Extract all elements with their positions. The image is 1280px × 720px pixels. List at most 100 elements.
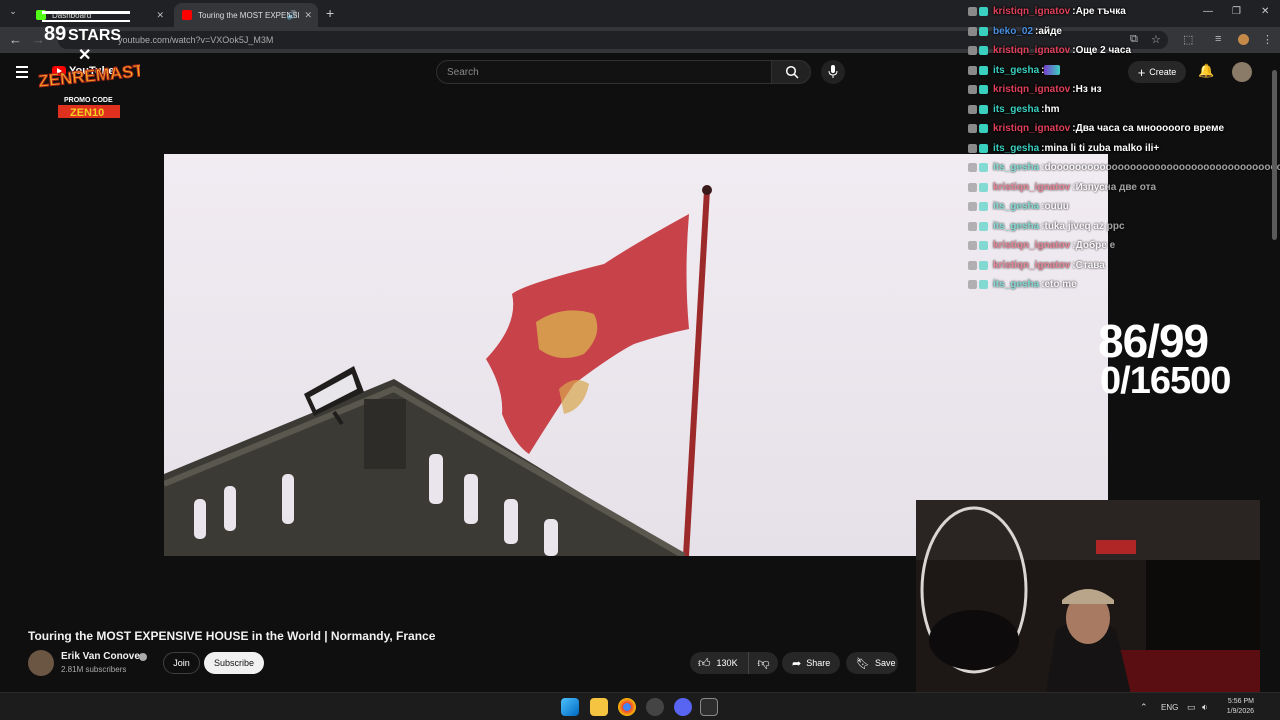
chat-message: kristiqn_ignatov : Изпусна две ота [968,178,1280,198]
chat-badge-icon [979,202,988,212]
channel-avatar[interactable] [28,650,54,676]
close-tab-icon[interactable]: ✕ [304,10,312,21]
network-icon[interactable]: ▭ [1187,702,1196,713]
chat-message: kristiqn_ignatov : Два часа са мнооооого… [968,119,1280,139]
chat-badge-icon [968,7,977,17]
chat-badge-icon [968,202,977,212]
chat-badge-icon [979,182,988,192]
chat-badges [968,85,990,95]
tray-chevron-icon[interactable]: ⌃ [1140,702,1148,713]
chat-message: kristiqn_ignatov : Добре е [968,236,1280,256]
windows-start-icon[interactable] [561,698,579,716]
url-text: youtube.com/watch?v=VXOok5J_M3M [118,35,274,45]
streamer-webcam [916,500,1260,694]
like-button[interactable]: 👍︎ 130K [690,652,742,674]
zenremasta-promo-overlay: ZENREMASTA PROMO CODE ZEN10 [37,60,140,119]
tab-label: Touring the MOST EXPENSI [198,10,300,20]
dislike-button[interactable]: 👎︎ [748,652,778,674]
chat-badges [968,46,990,56]
chat-badge-icon [979,260,988,270]
search-placeholder: Search [447,67,479,78]
discord-icon[interactable] [674,698,692,716]
share-icon: ➦ [792,657,802,670]
chat-badge-icon [979,280,988,290]
chat-message: kristiqn_ignatov : Аре тъчка [968,2,1280,22]
browser-tab-youtube[interactable]: Touring the MOST EXPENSI 🔊 ✕ [174,3,318,27]
youtube-favicon-icon [182,10,192,20]
chat-badge-icon [968,280,977,290]
chat-badge-icon [979,163,988,173]
chat-badges [968,241,990,251]
video-player[interactable] [164,154,1108,556]
tab-search-button[interactable]: ⌄ [6,6,20,20]
chat-badge-icon [979,7,988,17]
chat-badges [968,163,990,173]
clock[interactable]: 5:56 PM 1/9/2026 [1222,697,1254,717]
search-button[interactable] [771,60,811,84]
promo-code-value: ZEN10 [70,107,104,119]
video-frame-flag-scene [164,154,1108,556]
chat-badge-icon [968,241,977,251]
chat-message: kristiqn_ignatov : Нз нз [968,80,1280,100]
chat-username: kristiqn_ignatov [993,84,1071,96]
search-input[interactable]: Search [436,60,772,84]
chat-badges [968,202,990,212]
chrome-icon[interactable] [618,698,636,716]
chat-badge-icon [979,241,988,251]
webcam-scene [916,500,1260,694]
chat-username: kristiqn_ignatov [993,123,1071,135]
like-count: 130K [716,658,738,668]
chat-username: its_gesha [993,64,1040,76]
chat-message: beko_02 : айде [968,22,1280,42]
chat-badge-icon [979,124,988,134]
chat-message-text: Добре е [1075,240,1116,252]
promo-code-label: PROMO CODE [64,97,113,104]
chat-message-text: Изпусна две ота [1075,181,1157,193]
chat-badge-icon [979,143,988,153]
chat-badge-icon [968,65,977,75]
thumbs-up-icon: 👍︎ [698,655,711,670]
close-tab-icon[interactable]: ✕ [156,10,164,21]
share-button[interactable]: ➦ Share [782,652,840,674]
subscribe-button[interactable]: Subscribe [204,652,264,674]
chat-badge-icon [979,26,988,36]
goal-counter-bottom: 0/16500 [1100,360,1231,402]
language-indicator[interactable]: ENG [1161,703,1178,712]
stars-logo-text: STARS [68,27,121,44]
chat-message: kristiqn_ignatov : Става [968,256,1280,276]
new-tab-button[interactable]: + [326,5,334,21]
thumbs-down-icon: 👎︎ [757,655,770,670]
chat-badges [968,65,990,75]
hamburger-menu-icon[interactable] [16,66,28,81]
chat-badges [968,221,990,231]
save-button[interactable]: 🔖︎ Save [846,652,898,674]
clock-time: 5:56 PM [1227,698,1254,705]
obs-icon[interactable] [646,698,664,716]
chat-badge-icon [979,46,988,56]
share-label: Share [806,658,831,668]
chat-badge-icon [979,65,988,75]
chat-badge-icon [979,221,988,231]
stream-chat-overlay: kristiqn_ignatov : Аре тъчка beko_02 : ай… [968,2,1280,295]
page-scrollbar-thumb[interactable] [1272,70,1277,240]
audio-playing-icon[interactable]: 🔊 [287,10,298,21]
chat-badge-icon [968,163,977,173]
volume-icon[interactable]: 🔉︎ [1202,702,1208,713]
voice-search-button[interactable] [821,60,845,84]
channel-name[interactable]: Erik Van Conover [61,651,144,662]
chat-message-text: ouuu [1044,201,1069,213]
back-icon[interactable]: ← [9,32,22,47]
chat-message-text: Още 2 часа [1075,45,1132,57]
chat-message-text: Аре тъчка [1075,6,1126,18]
terminal-icon[interactable] [700,698,718,716]
microphone-icon [828,65,838,78]
join-button[interactable]: Join [163,652,200,674]
chat-username: kristiqn_ignatov [993,45,1071,57]
chat-username: its_gesha [993,279,1040,291]
chat-badges [968,104,990,114]
file-explorer-icon[interactable] [590,698,608,716]
chat-message: its_gesha : [968,61,1280,81]
stars-sponsor-overlay: 89 STARS ✕ [42,11,130,64]
chat-badges [968,280,990,290]
chat-badges [968,26,990,36]
